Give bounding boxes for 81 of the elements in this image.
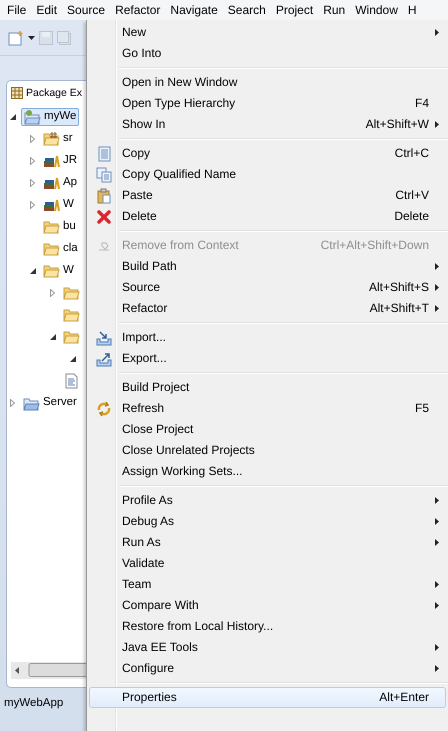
tree-item[interactable]: W	[41, 196, 76, 214]
document-icon	[63, 373, 80, 389]
menu-item[interactable]: Search	[222, 2, 271, 18]
menu-item[interactable]: Delete Delete	[89, 206, 446, 227]
menu-item[interactable]: Project	[270, 2, 318, 18]
tree-item[interactable]: myWe	[21, 108, 80, 126]
menu-item[interactable]: Validate	[89, 553, 446, 574]
menu-item[interactable]: Build Project	[89, 377, 446, 398]
folder-icon	[43, 241, 60, 257]
menu-item[interactable]: Build Path	[89, 256, 446, 277]
menu-item[interactable]: Close Unrelated Projects	[89, 440, 446, 461]
package-folder-icon	[43, 131, 60, 147]
menu-item[interactable]: Source Alt+Shift+S	[89, 277, 446, 298]
books-icon	[43, 175, 60, 191]
expand-arrow-icon[interactable]	[29, 135, 37, 143]
folder-icon	[43, 263, 60, 279]
books-icon	[43, 197, 60, 213]
menu-item[interactable]: Assign Working Sets...	[89, 461, 446, 482]
expand-arrow-icon[interactable]	[29, 201, 37, 209]
folder-icon	[63, 285, 80, 301]
folder-icon	[63, 307, 80, 323]
tree-item[interactable]: Ap	[41, 174, 80, 192]
menu-item[interactable]: Navigate	[165, 2, 223, 18]
tree-item[interactable]: JR	[41, 152, 80, 170]
menu-item[interactable]: Import...	[89, 327, 446, 348]
menu-item[interactable]: Run	[318, 2, 350, 18]
collapse-arrow-icon[interactable]	[29, 267, 37, 275]
menu-item[interactable]: Refresh F5	[89, 398, 446, 419]
menu-item[interactable]: Open in New Window	[89, 72, 446, 93]
menu-item[interactable]: Refactor Alt+Shift+T	[89, 298, 446, 319]
menu-item[interactable]: Profile As	[89, 490, 446, 511]
menu-item[interactable]: Properties Alt+Enter	[89, 687, 446, 708]
menu-item[interactable]: Java EE Tools	[89, 637, 446, 658]
expand-arrow-icon[interactable]	[9, 399, 17, 407]
books-icon	[43, 153, 60, 169]
menu-item[interactable]: File	[2, 2, 32, 18]
expand-arrow-icon[interactable]	[49, 289, 57, 297]
menu-item[interactable]: Configure	[89, 658, 446, 679]
collapse-arrow-icon[interactable]	[49, 333, 57, 341]
export-icon	[96, 350, 112, 366]
menu-item[interactable]: H	[402, 2, 422, 18]
menu-item[interactable]: New	[89, 22, 446, 43]
expand-arrow-icon[interactable]	[29, 157, 37, 165]
clipboard-icon	[96, 188, 112, 204]
menu-item[interactable]: Go Into	[89, 43, 446, 64]
project-folder-icon	[24, 109, 41, 125]
menu-item[interactable]: Team	[89, 574, 446, 595]
menu-item[interactable]: Close Project	[89, 419, 446, 440]
refresh-icon	[96, 400, 112, 416]
expand-arrow-icon[interactable]	[29, 179, 37, 187]
menu-item[interactable]: Compare With	[89, 595, 446, 616]
menu-item[interactable]: Debug As	[89, 511, 446, 532]
tree-item[interactable]: W	[41, 262, 76, 280]
copy-icon	[96, 166, 112, 182]
menu-item[interactable]: Refactor	[110, 2, 166, 18]
menu-item[interactable]: Export...	[89, 348, 446, 369]
delete-icon	[96, 208, 112, 224]
status-text: myWebApp	[3, 696, 64, 711]
menu-item[interactable]: Edit	[31, 2, 62, 18]
panel-tab[interactable]: Package Ex	[26, 86, 82, 100]
folder-icon	[43, 219, 60, 235]
menu-item[interactable]: Run As	[89, 532, 446, 553]
menu-item[interactable]: Paste Ctrl+V	[89, 185, 446, 206]
collapse-arrow-icon[interactable]	[9, 113, 17, 121]
menu-item[interactable]: Restore from Local History...	[89, 616, 446, 637]
collapse-arrow-icon[interactable]	[69, 355, 77, 363]
menu-item[interactable]: Window	[350, 2, 403, 18]
tree-item[interactable]: Server	[21, 394, 79, 412]
import-icon	[96, 330, 112, 346]
copy-icon	[96, 146, 112, 162]
menu-item[interactable]: Copy Qualified Name	[89, 164, 446, 185]
tree-item[interactable]: sr	[41, 130, 75, 148]
tree-item[interactable]: bu	[41, 218, 78, 236]
menu-item[interactable]: Show In Alt+Shift+W	[89, 114, 446, 135]
dropdown-caret-icon[interactable]	[28, 36, 35, 40]
menu-item[interactable]: Source	[62, 2, 110, 18]
tree-item[interactable]: cla	[41, 240, 80, 258]
folder-icon	[63, 329, 80, 345]
menu-item[interactable]: Copy Ctrl+C	[89, 143, 446, 164]
menu-item[interactable]: Open Type Hierarchy F4	[89, 93, 446, 114]
package-explorer-icon	[11, 87, 23, 99]
